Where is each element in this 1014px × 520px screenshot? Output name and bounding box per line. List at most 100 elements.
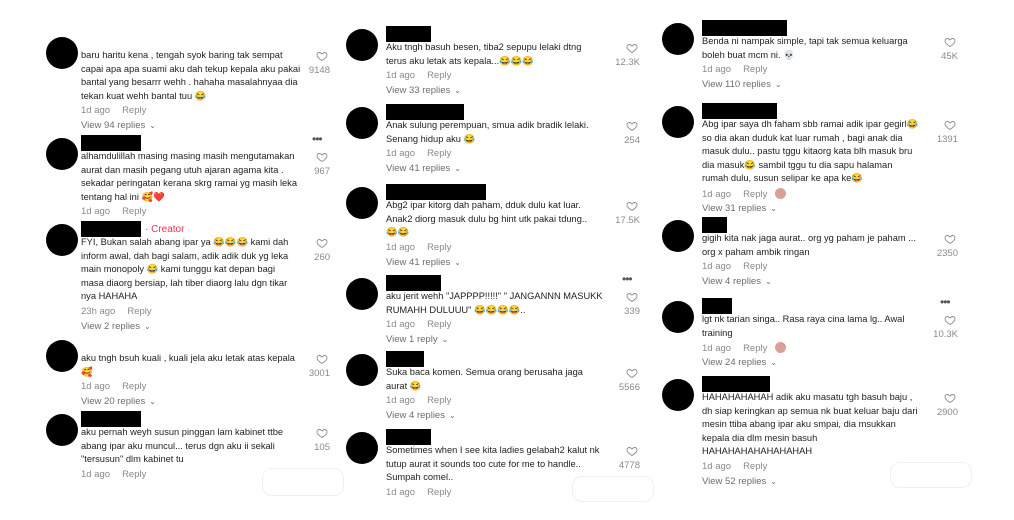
username-redacted[interactable] <box>81 221 141 237</box>
username-redacted[interactable] <box>386 26 431 42</box>
comment-meta: 1d ago Reply <box>81 105 146 116</box>
heart-like-icon[interactable] <box>626 41 638 54</box>
comment-text-line: training <box>702 327 733 338</box>
reply-button[interactable]: Reply <box>427 319 451 330</box>
avatar[interactable] <box>46 138 78 170</box>
username-redacted[interactable] <box>386 275 441 291</box>
avatar[interactable] <box>662 23 694 55</box>
avatar[interactable] <box>346 354 378 386</box>
view-replies-button[interactable]: View 94 replies ⌄ <box>81 120 156 131</box>
avatar[interactable] <box>346 432 378 464</box>
comment-text-line: gigih kita nak jaga aurat.. org yg paham… <box>702 233 916 243</box>
avatar[interactable] <box>346 29 378 61</box>
view-replies-button[interactable]: View 52 replies ⌄ <box>702 476 777 487</box>
view-replies-button[interactable]: View 41 replies ⌄ <box>386 257 461 268</box>
heart-like-icon[interactable] <box>626 444 638 457</box>
reply-button[interactable]: Reply <box>743 461 767 472</box>
reply-button[interactable]: Reply <box>122 469 146 480</box>
reply-button[interactable]: Reply <box>427 242 451 253</box>
avatar[interactable] <box>346 278 378 310</box>
view-replies-button[interactable]: View 20 replies ⌄ <box>81 396 156 407</box>
avatar[interactable] <box>46 224 78 256</box>
heart-like-icon[interactable] <box>944 313 956 326</box>
view-replies-button[interactable]: View 31 replies ⌄ <box>702 203 777 214</box>
heart-like-icon[interactable] <box>944 232 956 245</box>
avatar[interactable] <box>662 220 694 252</box>
username-redacted[interactable] <box>702 298 732 314</box>
username-redacted[interactable] <box>386 104 464 120</box>
like-count: 2350 <box>936 248 958 259</box>
heart-like-icon[interactable] <box>944 391 956 404</box>
reply-button[interactable]: Reply <box>122 381 146 392</box>
username-redacted[interactable] <box>386 429 431 445</box>
comment-text-line: tentang hal ini 🥰❤️ <box>81 191 165 202</box>
timestamp: 1d ago <box>702 188 732 200</box>
more-options-icon[interactable]: ••• <box>940 295 951 309</box>
heart-like-icon[interactable] <box>626 119 638 132</box>
heart-like-icon[interactable] <box>316 49 328 62</box>
comment-text-line: 😂😂 <box>386 227 410 237</box>
comment-meta: 23h ago Reply <box>81 306 152 317</box>
avatar[interactable] <box>346 187 378 219</box>
comment-meta: 1d ago Reply <box>386 395 451 406</box>
avatar[interactable] <box>662 379 694 411</box>
comment-text-line: sekadar peringatan kerana skrg ramai yg … <box>81 178 298 188</box>
avatar[interactable] <box>346 107 378 139</box>
avatar[interactable] <box>46 340 78 372</box>
reply-button[interactable]: Reply <box>427 70 451 81</box>
reply-button[interactable]: Reply <box>743 343 767 354</box>
heart-like-icon[interactable] <box>316 426 328 439</box>
avatar[interactable] <box>46 37 78 69</box>
heart-like-icon[interactable] <box>316 352 328 365</box>
view-replies-button[interactable]: View 24 replies ⌄ <box>702 357 777 368</box>
heart-like-icon[interactable] <box>626 199 638 212</box>
comment-text-line: terus aku letak ats kepala...😂😂😂 <box>386 55 534 66</box>
heart-like-icon[interactable] <box>626 290 638 303</box>
username-redacted[interactable] <box>81 411 141 427</box>
more-options-icon[interactable]: ••• <box>622 272 633 286</box>
reply-button[interactable]: Reply <box>743 189 767 200</box>
username-redacted[interactable] <box>386 184 486 200</box>
view-replies-button[interactable]: View 2 replies ⌄ <box>81 321 151 332</box>
view-replies-button[interactable]: View 4 replies ⌄ <box>702 276 772 287</box>
comment-meta: 1d ago Reply <box>81 206 146 217</box>
reply-button[interactable]: Reply <box>127 306 151 317</box>
like-count: 339 <box>624 306 640 317</box>
heart-like-icon[interactable] <box>316 236 328 249</box>
reply-button[interactable]: Reply <box>122 206 146 217</box>
username-redacted[interactable] <box>702 376 770 392</box>
reply-button[interactable]: Reply <box>427 148 451 159</box>
like-count: 3001 <box>308 368 330 379</box>
reply-button[interactable]: Reply <box>743 64 767 75</box>
avatar[interactable] <box>662 301 694 333</box>
reply-button[interactable]: Reply <box>743 261 767 272</box>
view-replies-button[interactable]: View 110 replies ⌄ <box>702 79 782 90</box>
username-redacted[interactable] <box>386 351 424 367</box>
heart-like-icon[interactable] <box>626 366 638 379</box>
reply-button[interactable]: Reply <box>122 105 146 116</box>
avatar[interactable] <box>46 414 78 446</box>
username-redacted[interactable] <box>702 103 777 119</box>
heart-like-icon[interactable] <box>944 35 956 48</box>
comment-text-line: tekan kuat wehh bantal tuu 😂 <box>81 90 207 101</box>
comment-text-line: alhamdulillah masing masing masih mengut… <box>81 151 295 161</box>
username-redacted[interactable] <box>702 20 787 36</box>
username-redacted[interactable] <box>702 217 727 233</box>
view-replies-label: View 110 replies <box>702 79 771 90</box>
username-redacted[interactable] <box>81 135 141 151</box>
heart-like-icon[interactable] <box>944 118 956 131</box>
view-replies-button[interactable]: View 33 replies ⌄ <box>386 85 461 96</box>
timestamp: 1d ago <box>702 343 732 354</box>
reply-button[interactable]: Reply <box>427 395 451 406</box>
comment-text-line: Anak2 diorg masuk dulu bg hint utk pakai… <box>386 213 588 224</box>
like-count: 254 <box>624 135 640 146</box>
view-replies-button[interactable]: View 41 replies ⌄ <box>386 163 461 174</box>
more-options-icon[interactable]: ••• <box>312 132 323 146</box>
reply-button[interactable]: Reply <box>427 487 451 498</box>
view-replies-button[interactable]: View 4 replies ⌄ <box>386 410 456 421</box>
view-replies-button[interactable]: View 1 reply ⌄ <box>386 334 448 345</box>
avatar[interactable] <box>662 106 694 138</box>
heart-like-icon[interactable] <box>316 150 328 163</box>
comment-meta: 1d ago Reply <box>386 487 451 498</box>
comment-text-line: nya HAHAHA <box>81 291 138 301</box>
